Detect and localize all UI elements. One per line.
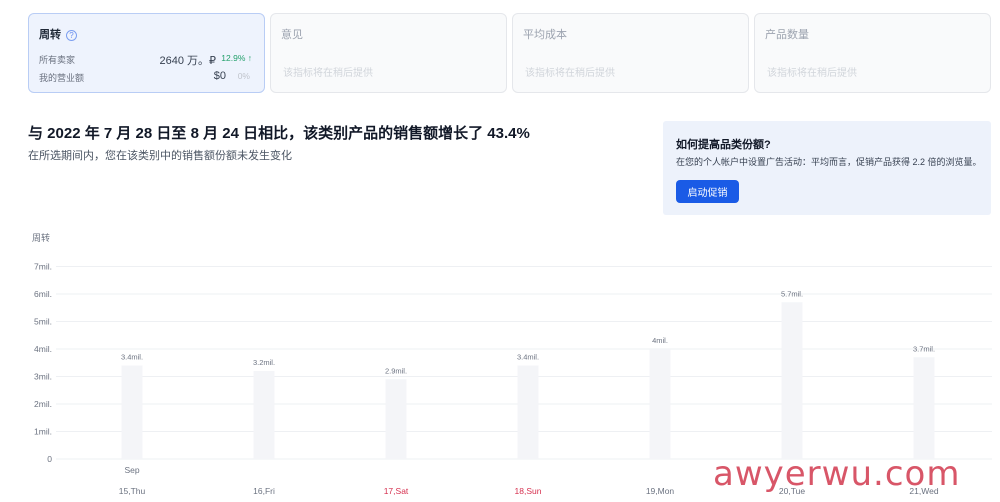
tab-product-count[interactable]: 产品数量 该指标将在稍后提供 [754,13,991,93]
my-revenue-change: 0% [237,71,250,81]
bar-value-label: 3.2mil. [253,358,275,367]
y-tick-label: 5mil. [34,317,52,327]
promo-box: 如何提高品类份额? 在您的个人帐户中设置广告活动：平均而言，促销产品获得 2.2… [663,121,991,215]
bar [253,371,275,459]
bar [913,357,935,459]
all-sellers-change: 12.9% ↑ [221,53,252,63]
tab-average-cost[interactable]: 平均成本 该指标将在稍后提供 [512,13,749,93]
bar [649,349,671,459]
y-axis-label: 周转 [32,232,50,243]
x-tick-label: 19,Mon [646,486,675,496]
bar [781,302,803,459]
y-tick-label: 2mil. [34,399,52,409]
my-revenue-value: $0 [213,70,226,82]
y-tick-label: 7mil. [34,262,52,272]
tab-average-cost-note: 该指标将在稍后提供 [525,68,615,79]
bar-value-label: 4mil. [652,336,668,345]
bar-value-label: 5.7mil. [781,289,803,298]
promo-text: 在您的个人帐户中设置广告活动：平均而言，促销产品获得 2.2 倍的浏览量。 [676,157,982,167]
subtext: 在所选期间内，您在该类别中的销售额份额未发生变化 [28,150,292,162]
y-tick-label: 4mil. [34,344,52,354]
promo-title: 如何提高品类份额? [676,139,771,151]
y-tick-label: 3mil. [34,372,52,382]
start-promotion-button[interactable]: 启动促销 [676,180,739,203]
month-label: Sep [124,465,139,475]
bar [385,379,407,459]
bar [121,365,143,459]
x-tick-label: 18,Sun [515,486,542,496]
x-tick-label: 17,Sat [384,486,409,496]
metric-tabs: 周转? 所有卖家 2640 万。₽ 12.9% ↑ 我的营业额 $0 0% 意见… [28,13,992,93]
tab-turnover[interactable]: 周转? 所有卖家 2640 万。₽ 12.9% ↑ 我的营业额 $0 0% [28,13,265,93]
all-sellers-label: 所有卖家 [39,55,76,65]
y-tick-label: 1mil. [34,427,52,437]
help-icon[interactable]: ? [66,30,77,41]
tab-average-cost-title: 平均成本 [523,29,567,41]
tab-turnover-title: 周转? [39,26,77,42]
y-tick-label: 6mil. [34,289,52,299]
x-tick-label: 16,Fri [253,486,275,496]
bar-value-label: 3.4mil. [517,353,539,362]
tab-opinions-title: 意见 [281,29,303,41]
watermark: awyerwu.com [713,454,961,494]
tab-opinions[interactable]: 意见 该指标将在稍后提供 [270,13,507,93]
tab-product-count-title: 产品数量 [765,29,809,41]
all-sellers-value: 2640 万。₽ [159,55,216,67]
tab-opinions-note: 该指标将在稍后提供 [283,68,373,79]
bar-value-label: 2.9mil. [385,366,407,375]
tab-product-count-note: 该指标将在稍后提供 [767,68,857,79]
bar-value-label: 3.7mil. [913,344,935,353]
headline: 与 2022 年 7 月 28 日至 8 月 24 日相比，该类别产品的销售额增… [28,125,530,142]
y-tick-label: 0 [47,454,52,464]
my-revenue-label: 我的营业额 [39,73,85,83]
bar [517,365,539,459]
x-tick-label: 15,Thu [119,486,146,496]
bar-value-label: 3.4mil. [121,353,143,362]
